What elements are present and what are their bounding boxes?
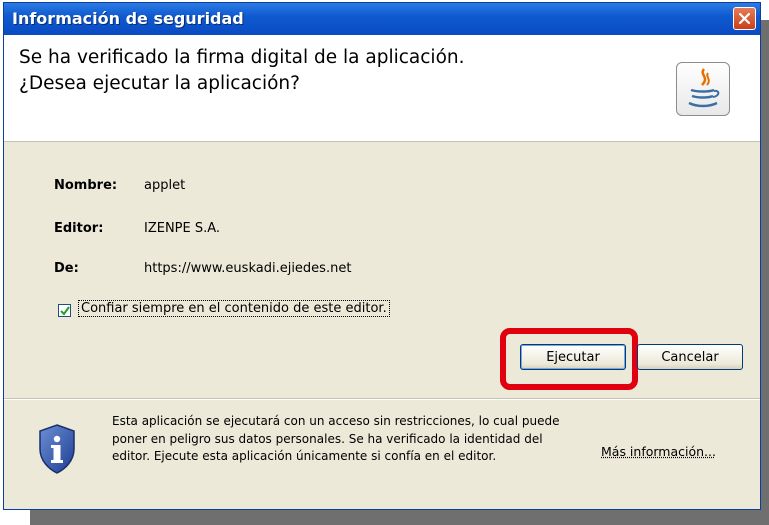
from-value: https://www.euskadi.ejiedes.net <box>144 261 352 276</box>
more-info-link[interactable]: Más información... <box>601 444 716 459</box>
footer-separator <box>4 398 760 400</box>
header-message-line2: ¿Desea ejecutar la aplicación? <box>19 73 300 94</box>
run-button[interactable]: Ejecutar <box>520 344 626 370</box>
header-message-line1: Se ha verificado la firma digital de la … <box>19 47 465 68</box>
publisher-row: Editor: IZENPE S.A. <box>54 221 454 239</box>
from-row: De: https://www.euskadi.ejiedes.net <box>54 261 554 279</box>
from-label: De: <box>54 261 79 276</box>
security-dialog: Información de seguridad Se ha verificad… <box>3 2 761 510</box>
trust-checkbox-label[interactable]: Confiar siempre en el contenido de este … <box>78 300 390 317</box>
publisher-value: IZENPE S.A. <box>144 221 221 236</box>
java-logo-icon <box>676 62 730 116</box>
checkmark-icon <box>60 306 70 316</box>
close-button[interactable] <box>733 7 756 30</box>
security-warning-text: Esta aplicación se ejecutará con un acce… <box>112 414 560 463</box>
cancel-button[interactable]: Cancelar <box>637 344 743 370</box>
title-bar[interactable]: Información de seguridad <box>4 3 760 35</box>
name-row: Nombre: applet <box>54 178 454 196</box>
name-label: Nombre: <box>54 178 118 193</box>
close-icon <box>738 12 751 25</box>
dialog-header: Se ha verificado la firma digital de la … <box>4 35 760 142</box>
publisher-label: Editor: <box>54 221 104 236</box>
dialog-title: Información de seguridad <box>12 9 244 28</box>
header-message: Se ha verificado la firma digital de la … <box>19 45 465 97</box>
trust-checkbox[interactable] <box>58 304 71 317</box>
info-shield-icon <box>37 423 77 475</box>
name-value: applet <box>144 178 186 193</box>
